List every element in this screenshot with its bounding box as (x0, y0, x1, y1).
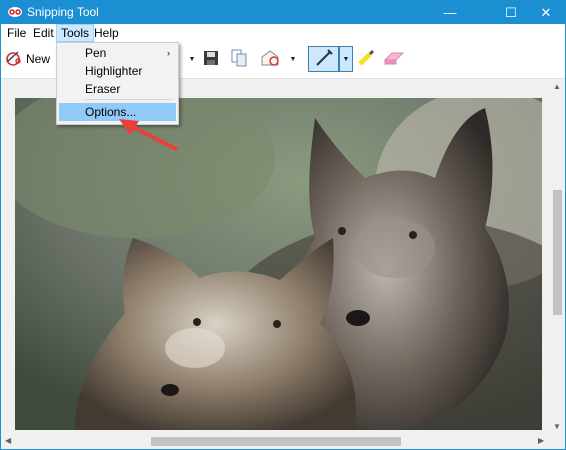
send-snip-button[interactable] (257, 46, 285, 72)
menu-separator (85, 99, 173, 100)
pen-button[interactable] (308, 46, 339, 72)
annotation-arrow-icon (119, 119, 178, 151)
scissors-icon (7, 5, 23, 19)
copy-icon (230, 49, 248, 70)
minimize-button[interactable]: — (427, 1, 473, 24)
menu-item-label: Eraser (85, 82, 121, 96)
send-dropdown[interactable]: ▼ (288, 46, 298, 72)
scroll-right-icon[interactable]: ▶ (538, 436, 544, 445)
new-snip-button[interactable]: New (4, 46, 50, 72)
tools-menu-item-highlighter[interactable]: Highlighter (59, 62, 176, 80)
snipping-tool-window: Snipping Tool — ☐ ✕ File Edit Tools Help… (0, 0, 566, 450)
scroll-down-icon[interactable]: ▼ (553, 422, 561, 431)
scroll-up-icon[interactable]: ▲ (553, 82, 561, 91)
title-bar[interactable]: Snipping Tool — ☐ ✕ (1, 1, 565, 24)
new-mode-dropdown[interactable]: ▼ (187, 46, 197, 72)
eraser-button[interactable] (381, 46, 407, 72)
vertical-scroll-thumb[interactable] (553, 190, 562, 315)
new-snip-label: New (26, 52, 51, 66)
chevron-down-icon: ▼ (342, 55, 350, 63)
horizontal-scrollbar[interactable]: ◀ ▶ (1, 434, 550, 449)
menu-edit[interactable]: Edit (29, 25, 58, 41)
new-snip-icon (4, 49, 24, 70)
scrollbar-corner (550, 434, 565, 449)
vertical-scrollbar[interactable]: ▲ ▼ (550, 79, 565, 434)
snip-image (15, 98, 542, 430)
eraser-icon (383, 50, 405, 69)
pen-dropdown[interactable]: ▼ (339, 46, 353, 72)
copy-button[interactable] (227, 46, 251, 72)
menu-bar: File Edit Tools Help (1, 24, 565, 42)
save-button[interactable] (200, 46, 222, 72)
scroll-left-icon[interactable]: ◀ (5, 436, 11, 445)
pen-icon (314, 48, 334, 71)
tools-menu-item-pen[interactable]: Pen › (59, 44, 176, 62)
chevron-down-icon: ▼ (289, 55, 297, 63)
chevron-right-icon: › (167, 48, 170, 58)
close-button[interactable]: ✕ (523, 1, 566, 24)
menu-help[interactable]: Help (90, 25, 123, 41)
send-snip-icon (260, 49, 282, 70)
highlighter-icon (356, 48, 376, 71)
tools-menu-item-eraser[interactable]: Eraser (59, 80, 176, 98)
horizontal-scroll-thumb[interactable] (151, 437, 401, 446)
highlighter-button[interactable] (353, 46, 379, 72)
window-title: Snipping Tool (27, 5, 99, 19)
menu-tools[interactable]: Tools (56, 24, 95, 42)
menu-file[interactable]: File (3, 25, 30, 41)
menu-item-label: Pen (85, 46, 107, 60)
menu-item-label: Highlighter (85, 64, 143, 78)
save-icon (203, 50, 219, 69)
chevron-down-icon: ▼ (188, 55, 196, 63)
